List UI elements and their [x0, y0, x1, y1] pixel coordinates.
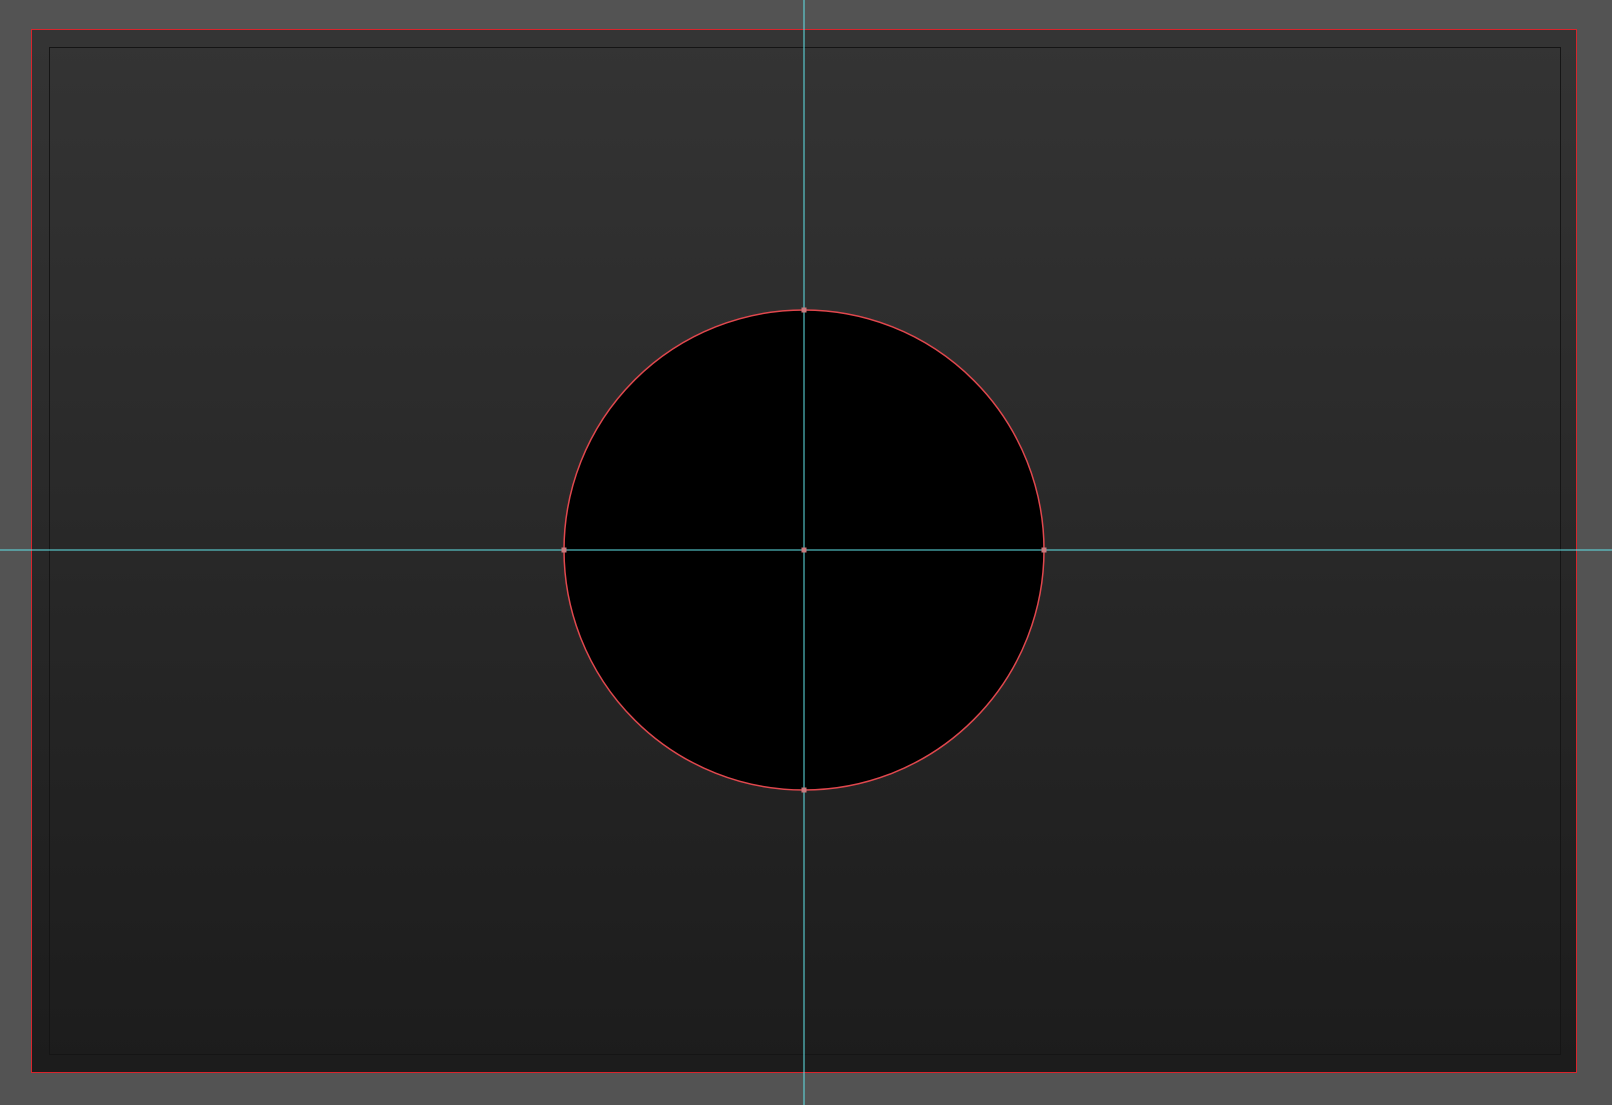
anchor-point-left[interactable] [561, 547, 567, 553]
anchor-point-right[interactable] [1041, 547, 1047, 553]
anchor-point-bottom[interactable] [801, 787, 807, 793]
canvas-overlay[interactable] [0, 0, 1612, 1105]
center-point[interactable] [801, 547, 807, 553]
anchor-point-top[interactable] [801, 307, 807, 313]
canvas-area[interactable] [0, 0, 1612, 1105]
